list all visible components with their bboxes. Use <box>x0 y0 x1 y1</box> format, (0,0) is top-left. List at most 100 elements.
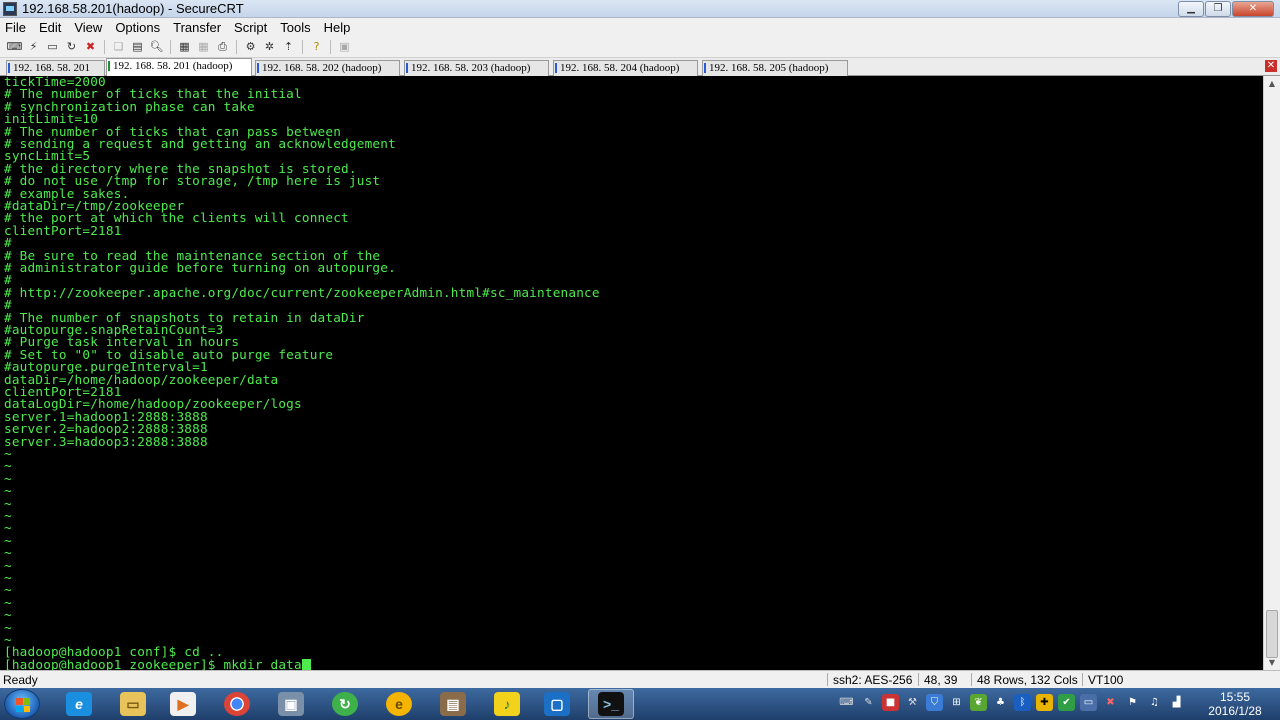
tab-session-204-hadoop[interactable]: 192. 168. 58. 204 (hadoop) <box>553 60 698 76</box>
pen-icon[interactable]: ✎ <box>860 694 877 711</box>
menu-tools[interactable]: Tools <box>279 20 311 35</box>
network-disconnected-icon[interactable]: ✖ <box>1102 694 1119 711</box>
status-bar: Ready ssh2: AES-256 48, 39 48 Rows, 132 … <box>0 670 1280 688</box>
menu-edit[interactable]: Edit <box>38 20 62 35</box>
bluetooth-icon[interactable]: ᛒ <box>1014 694 1031 711</box>
archive-app-icon[interactable]: ▤ <box>430 689 476 719</box>
tab-session-205-hadoop[interactable]: 192. 168. 58. 205 (hadoop) <box>702 60 848 76</box>
clock-date: 2016/1/28 <box>1208 704 1262 718</box>
windows-taskbar: e ▭ ▶ ▣ ↻ e ▤ ♪ ▢ >_ ⌨ ✎ ■ ⚒ ⛉ ⊞ ❦ ♣ ᛒ ✚… <box>0 688 1280 720</box>
status-state: Ready <box>3 673 38 687</box>
menu-bar: File Edit View Options Transfer Script T… <box>0 18 1280 36</box>
terminal-output[interactable]: tickTime=2000 # The number of ticks that … <box>0 76 1263 670</box>
close-window-button[interactable]: ✕ <box>1232 1 1274 17</box>
tab-session-201-hadoop[interactable]: 192. 168. 58. 201 (hadoop) <box>106 58 252 76</box>
quick-connect-icon[interactable]: ⚡ <box>25 39 42 55</box>
status-protocol: ssh2: AES-256 <box>833 673 913 687</box>
terminal-line: server.3=hadoop3:2888:3888 <box>4 433 208 449</box>
tab-label: 192. 168. 58. 202 (hadoop) <box>262 62 382 74</box>
security-icon[interactable]: ✔ <box>1058 694 1075 711</box>
toolbar-separator <box>330 39 331 54</box>
global-options-icon[interactable]: ✲ <box>261 39 278 55</box>
securecrt-icon[interactable]: >_ <box>588 689 634 719</box>
scroll-up-icon[interactable]: ▲ <box>1267 79 1277 89</box>
system-tray: ⌨ ✎ ■ ⚒ ⛉ ⊞ ❦ ♣ ᛒ ✚ ✔ ▭ ✖ ⚑ ♫ ▟ <box>838 694 1185 711</box>
internet-explorer-icon[interactable]: e <box>56 689 102 719</box>
start-button[interactable] <box>4 689 40 719</box>
window-title: 192.168.58.201(hadoop) - SecureCRT <box>22 1 244 16</box>
add-icon[interactable]: ✚ <box>1036 694 1053 711</box>
menu-transfer[interactable]: Transfer <box>172 20 222 35</box>
copy-icon[interactable]: ❏ <box>110 39 127 55</box>
tool-icon[interactable]: ⚒ <box>904 694 921 711</box>
network-tool-icon[interactable]: ▣ <box>268 689 314 719</box>
display-icon[interactable]: ▭ <box>1080 694 1097 711</box>
connect-tab-icon[interactable]: ▭ <box>44 39 61 55</box>
clock-time: 15:55 <box>1219 690 1251 704</box>
connect-icon[interactable]: ⌨ <box>6 39 23 55</box>
windows-logo-icon <box>16 698 30 712</box>
status-divider <box>971 673 972 686</box>
menu-view[interactable]: View <box>73 20 103 35</box>
mail-app-icon[interactable]: e <box>376 689 422 719</box>
toolbar-separator <box>170 39 171 54</box>
terminal-line: # http://zookeeper.apache.org/doc/curren… <box>4 284 600 300</box>
print-setup-icon[interactable]: ▦ <box>176 39 193 55</box>
toolbar-separator <box>104 39 105 54</box>
printer-icon[interactable]: ⎙ <box>214 39 231 55</box>
shield-icon[interactable]: ⛉ <box>926 694 943 711</box>
terminal-line: [hadoop@hadoop1 zookeeper]$ mkdir data <box>4 658 311 670</box>
penguin-icon[interactable]: ♣ <box>992 694 1009 711</box>
reconnect-icon[interactable]: ↻ <box>63 39 80 55</box>
maximize-button[interactable]: ❐ <box>1205 1 1231 17</box>
terminal-line: clientPort=2181 <box>4 222 122 238</box>
tab-session-202-hadoop[interactable]: 192. 168. 58. 202 (hadoop) <box>255 60 400 76</box>
securecrt-app-icon[interactable] <box>3 1 17 16</box>
status-cursor-position: 48, 39 <box>924 673 958 687</box>
tab-label: 192. 168. 58. 201 <box>13 62 90 74</box>
menu-file[interactable]: File <box>4 20 27 35</box>
signal-icon[interactable]: ▟ <box>1168 694 1185 711</box>
leaf-icon[interactable]: ❦ <box>970 694 987 711</box>
session-options-icon[interactable]: ⚙ <box>242 39 259 55</box>
system-clock[interactable]: 15:55 2016/1/28 <box>1200 690 1270 718</box>
virtualbox-icon[interactable]: ▢ <box>534 689 580 719</box>
toolbar-separator <box>236 39 237 54</box>
terminal-line: # administrator guide before turning on … <box>4 260 396 275</box>
status-divider <box>918 673 919 686</box>
close-tab-icon[interactable]: ✕ <box>1265 60 1277 72</box>
terminal-scrollbar[interactable]: ▲ ▼ <box>1263 76 1280 670</box>
tab-label: 192. 168. 58. 201 (hadoop) <box>113 60 233 72</box>
flag-icon[interactable]: ⚑ <box>1124 694 1141 711</box>
paste-icon[interactable]: ▤ <box>129 39 146 55</box>
windows-icon[interactable]: ⊞ <box>948 694 965 711</box>
status-divider <box>1082 673 1083 686</box>
title-bar: 192.168.58.201(hadoop) - SecureCRT ▁ ❐ ✕ <box>0 0 1280 18</box>
window-controls: ▁ ❐ ✕ <box>1178 1 1274 17</box>
help-icon[interactable]: ? <box>308 39 325 55</box>
scroll-thumb[interactable] <box>1266 610 1278 658</box>
tab-label: 192. 168. 58. 203 (hadoop) <box>411 62 531 74</box>
status-divider <box>827 673 828 686</box>
keymap-icon[interactable]: ▣ <box>336 39 353 55</box>
tab-session-203-hadoop[interactable]: 192. 168. 58. 203 (hadoop) <box>404 60 549 76</box>
menu-script[interactable]: Script <box>233 20 268 35</box>
music-app-icon[interactable]: ♪ <box>484 689 530 719</box>
tab-session-201[interactable]: 192. 168. 58. 201 <box>6 60 105 76</box>
toolbar: ⌨ ⚡ ▭ ↻ ✖ ❏ ▤ 🔍︎ ▦ ▦ ⎙ ⚙ ✲ ⇡ ? ▣ <box>0 36 1280 58</box>
keyboard-icon[interactable]: ⌨ <box>838 694 855 711</box>
file-explorer-icon[interactable]: ▭ <box>110 689 156 719</box>
find-icon[interactable]: 🔍︎ <box>148 39 165 55</box>
volume-icon[interactable]: ♫ <box>1146 694 1163 711</box>
chrome-icon[interactable] <box>214 689 260 719</box>
disconnect-icon[interactable]: ✖ <box>82 39 99 55</box>
antivirus-icon[interactable]: ■ <box>882 694 899 711</box>
menu-help[interactable]: Help <box>323 20 352 35</box>
refresh-app-icon[interactable]: ↻ <box>322 689 368 719</box>
scroll-down-icon[interactable]: ▼ <box>1267 658 1277 668</box>
minimize-button[interactable]: ▁ <box>1178 1 1204 17</box>
media-player-icon[interactable]: ▶ <box>160 689 206 719</box>
sftp-icon[interactable]: ⇡ <box>280 39 297 55</box>
print-icon[interactable]: ▦ <box>195 39 212 55</box>
menu-options[interactable]: Options <box>114 20 161 35</box>
